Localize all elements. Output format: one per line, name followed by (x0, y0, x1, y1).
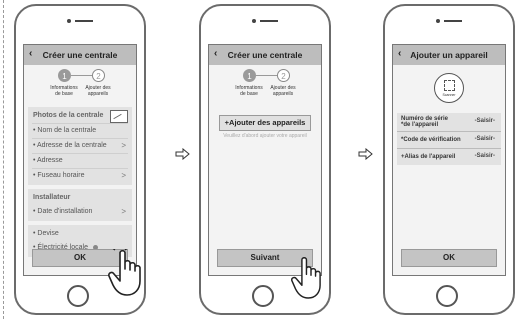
station-photos-row[interactable]: Photos de la centrale (28, 109, 132, 123)
pointing-hand-icon (108, 249, 141, 296)
address-label: • Adresse (33, 157, 63, 164)
step-2-indicator: 2 (92, 69, 105, 82)
phone-camera (436, 19, 462, 23)
step-2-caption-line2: appareils (272, 91, 294, 97)
chevron-right-icon: > (121, 171, 126, 180)
step-2-caption: Ajouter des appareils (261, 85, 305, 97)
station-name-label: • Nom de la centrale (33, 127, 97, 134)
add-device-hint: Veuillez d'abord ajouter votre appareil (223, 133, 307, 139)
phone1-screen: ‹ Créer une centrale 1 2 Informations de… (23, 44, 137, 276)
station-info-group: Photos de la centrale • Nom de la centra… (28, 107, 132, 185)
installer-label: Installateur (33, 194, 71, 201)
scan-button[interactable]: Scanner (434, 73, 464, 103)
phone-camera (67, 19, 93, 23)
device-form: Numéro de série *de l'appareil -Saisir- … (397, 113, 501, 165)
timezone-label: • Fuseau horaire (33, 172, 85, 179)
ok-button[interactable]: OK (401, 249, 497, 267)
step-2-caption: Ajouter des appareils (76, 85, 120, 97)
phone2-stepper: 1 2 Informations de base Ajouter des app… (209, 65, 321, 107)
station-photos-label: Photos de la centrale (33, 112, 104, 119)
phone2-header: ‹ Créer une centrale (209, 45, 321, 65)
step-connector (256, 75, 277, 76)
phone3-title: Ajouter un appareil (410, 50, 488, 60)
currency-label: • Devise (33, 230, 59, 237)
step-1-indicator: 1 (58, 69, 71, 82)
installation-date-row[interactable]: • Date d'installation > (28, 205, 132, 219)
right-arrow-icon (175, 148, 190, 160)
phone2-title: Créer une centrale (227, 50, 303, 60)
device-alias-value[interactable]: -Saisir- (475, 153, 495, 159)
serial-number-field[interactable]: Numéro de série *de l'appareil -Saisir- (397, 113, 501, 132)
step-1-indicator: 1 (243, 69, 256, 82)
scan-icon (444, 80, 455, 91)
timezone-row[interactable]: • Fuseau horaire > (28, 169, 132, 183)
station-name-row[interactable]: • Nom de la centrale (28, 124, 132, 138)
address-row[interactable]: • Adresse (28, 154, 132, 168)
verification-code-value[interactable]: -Saisir- (475, 136, 495, 142)
home-button[interactable] (67, 285, 89, 307)
station-address-row[interactable]: • Adresse de la centrale > (28, 139, 132, 153)
home-button[interactable] (252, 285, 274, 307)
installer-row[interactable]: Installateur (28, 191, 132, 205)
phone1-title: Créer une centrale (42, 50, 118, 60)
chevron-right-icon: > (121, 141, 126, 150)
phone2-screen: ‹ Créer une centrale 1 2 Informations de… (208, 44, 322, 276)
currency-row[interactable]: • Devise (28, 227, 132, 241)
phone3-screen: ‹ Ajouter un appareil Scanner Numéro de … (392, 44, 506, 276)
step-2-indicator: 2 (277, 69, 290, 82)
phone1-stepper: 1 2 Informations de base Ajouter des app… (24, 65, 136, 107)
dashed-divider (3, 0, 4, 319)
image-upload-icon[interactable] (110, 110, 128, 123)
pointing-hand-icon (291, 257, 321, 299)
installation-date-label: • Date d'installation (33, 208, 93, 215)
add-devices-button[interactable]: +Ajouter des appareils (219, 115, 311, 131)
right-arrow-icon (358, 148, 373, 160)
phone-camera (252, 19, 278, 23)
installer-group: Installateur • Date d'installation > (28, 189, 132, 221)
step-connector (71, 75, 92, 76)
phone1-header: ‹ Créer une centrale (24, 45, 136, 65)
phone3-header: ‹ Ajouter un appareil (393, 45, 505, 65)
step-2-caption-line2: appareils (87, 91, 109, 97)
home-button[interactable] (436, 285, 458, 307)
station-address-label: • Adresse de la centrale (33, 142, 107, 149)
scan-label: Scanner (442, 93, 456, 97)
serial-number-value[interactable]: -Saisir- (475, 118, 495, 124)
chevron-right-icon: > (121, 207, 126, 216)
device-alias-field[interactable]: +Alias de l'appareil -Saisir- (397, 149, 501, 165)
verification-code-field[interactable]: *Code de vérification -Saisir- (397, 132, 501, 149)
phone-add-device: ‹ Ajouter un appareil Scanner Numéro de … (383, 4, 515, 315)
